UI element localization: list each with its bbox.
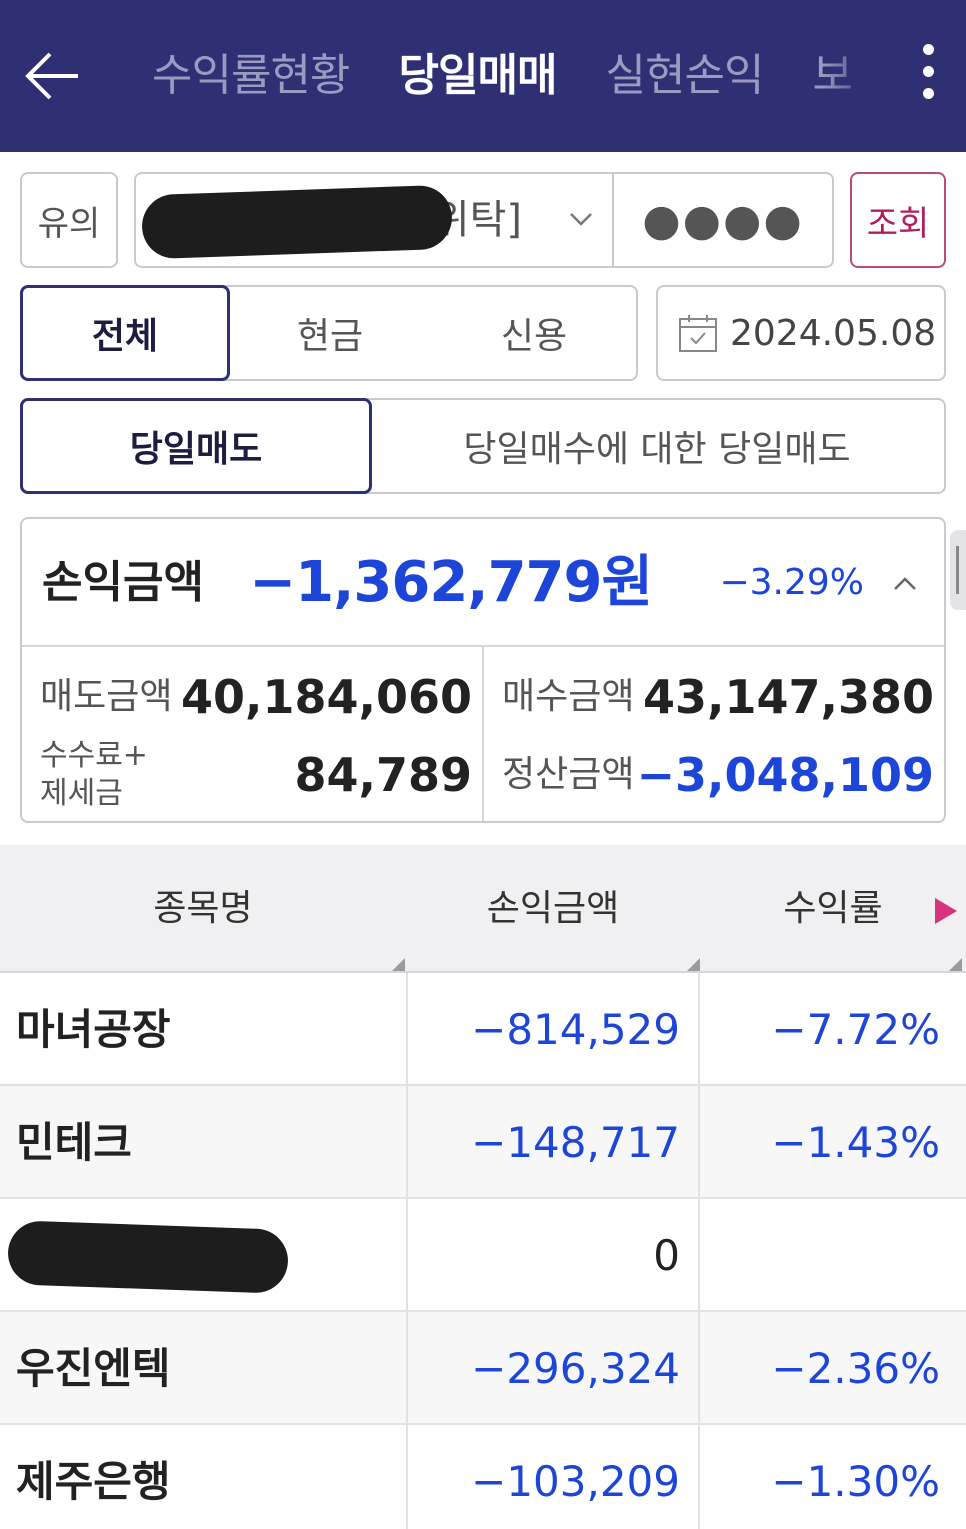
sell-mode-tabs: 당일매도 당일매수에 대한 당일매도 [20, 398, 946, 494]
table-row[interactable]: 민테크 −148,717 −1.43% [0, 1086, 966, 1199]
stock-rate: −1.30% [771, 1457, 940, 1506]
tab-cash[interactable]: 현금 [228, 287, 432, 379]
stock-pl: 0 [406, 1199, 700, 1312]
stock-name-redaction [6, 1220, 290, 1294]
summary-panel: 손익금액 −1,362,779원 −3.29% 매도금액 40,184,060 … [20, 517, 946, 823]
sell-amount-value: 40,184,060 [180, 670, 472, 724]
buy-amount-row: 매수금액 43,147,380 [502, 659, 934, 735]
tab-more-partial[interactable]: 보 [813, 0, 853, 152]
chevron-up-icon [894, 577, 916, 590]
column-header-rate[interactable]: 수익률 [700, 845, 966, 973]
sort-corner-icon [687, 958, 700, 971]
account-select[interactable]: 위탁] [136, 174, 614, 266]
settle-amount-label: 정산금액 [502, 754, 635, 795]
stock-name: 제주은행 [16, 1457, 171, 1506]
pl-amount: −1,362,779원 [249, 550, 653, 615]
settle-amount-value: −3,048,109 [636, 748, 934, 802]
tab-realized-pl[interactable]: 실현손익 [606, 0, 765, 152]
tab-day-trading[interactable]: 당일매매 [399, 0, 558, 152]
back-button[interactable] [22, 46, 82, 106]
account-number-redaction [140, 184, 454, 260]
date-picker[interactable]: 2024.05.08 [656, 285, 946, 381]
fee-label: 수수료+ 제세금 [40, 738, 148, 811]
summary-right-column: 매수금액 43,147,380 정산금액 −3,048,109 [484, 647, 944, 821]
arrow-left-icon [25, 52, 78, 100]
stock-pl: −148,717 [406, 1086, 700, 1199]
side-drawer-handle[interactable] [950, 530, 966, 610]
table-row[interactable]: 우진엔텍 −296,324 −2.36% [0, 1312, 966, 1425]
date-value: 2024.05.08 [730, 312, 937, 354]
fee-row: 수수료+ 제세금 84,789 [40, 737, 472, 813]
pl-label: 손익금액 [42, 557, 204, 608]
notice-button[interactable]: 유의 [20, 172, 118, 268]
stock-rate: −7.72% [771, 1005, 940, 1054]
tab-credit[interactable]: 신용 [432, 287, 636, 379]
account-bar: 위탁] ●●●● [134, 172, 834, 268]
table-body: 마녀공장 −814,529 −7.72% 민테크 −148,717 −1.43%… [0, 973, 966, 1529]
buy-amount-label: 매수금액 [502, 676, 635, 717]
pl-rate: −3.29% [719, 562, 864, 603]
password-mask: ●●●● [642, 194, 804, 246]
stock-name: 마녀공장 [16, 1005, 171, 1054]
settle-amount-row: 정산금액 −3,048,109 [502, 737, 934, 813]
stock-pl: −814,529 [406, 973, 700, 1086]
column-header-stock-name[interactable]: 종목명 [0, 845, 406, 973]
tab-day-sell-of-day-buy[interactable]: 당일매수에 대한 당일매도 [370, 400, 944, 492]
stock-rate [700, 1199, 962, 1312]
chevron-down-icon [570, 213, 592, 226]
stock-rate: −2.36% [771, 1344, 940, 1393]
sort-corner-icon [392, 958, 405, 971]
account-type-tabs: 전체 현금 신용 [20, 285, 638, 381]
sell-amount-label: 매도금액 [40, 676, 173, 717]
stock-name: 민테크 [16, 1118, 132, 1167]
tab-return-status[interactable]: 수익률현황 [152, 0, 350, 152]
app-header: 수익률현황 당일매매 실현손익 보 [0, 0, 966, 152]
table-header: 종목명 손익금액 수익률 [0, 845, 966, 973]
summary-left-column: 매도금액 40,184,060 수수료+ 제세금 84,789 [22, 647, 484, 821]
top-tabs: 수익률현황 당일매매 실현손익 보 [152, 0, 882, 152]
summary-toggle[interactable]: 손익금액 −1,362,779원 −3.29% [22, 519, 944, 647]
column-header-pl[interactable]: 손익금액 [406, 845, 700, 973]
table-row[interactable]: 마녀공장 −814,529 −7.72% [0, 973, 966, 1086]
stock-pl: −296,324 [406, 1312, 700, 1425]
summary-details: 매도금액 40,184,060 수수료+ 제세금 84,789 매수금액 43,1… [22, 647, 944, 821]
table-row[interactable]: 제주은행 −103,209 −1.30% [0, 1425, 966, 1529]
stock-rate: −1.43% [771, 1118, 940, 1167]
kebab-menu-icon[interactable] [912, 44, 944, 108]
table-row[interactable]: 0 [0, 1199, 966, 1312]
buy-amount-value: 43,147,380 [642, 670, 934, 724]
password-field[interactable]: ●●●● [614, 174, 832, 266]
sell-amount-row: 매도금액 40,184,060 [40, 659, 472, 735]
sort-corner-icon [949, 958, 962, 971]
query-button[interactable]: 조회 [850, 172, 946, 268]
stock-pl: −103,209 [406, 1425, 700, 1529]
tab-day-sell[interactable]: 당일매도 [20, 398, 372, 494]
stock-name: 우진엔텍 [16, 1344, 171, 1393]
calendar-icon [679, 315, 717, 352]
tab-all[interactable]: 전체 [20, 285, 230, 381]
scroll-right-arrow-icon[interactable] [935, 898, 957, 924]
fee-value: 84,789 [294, 748, 472, 802]
